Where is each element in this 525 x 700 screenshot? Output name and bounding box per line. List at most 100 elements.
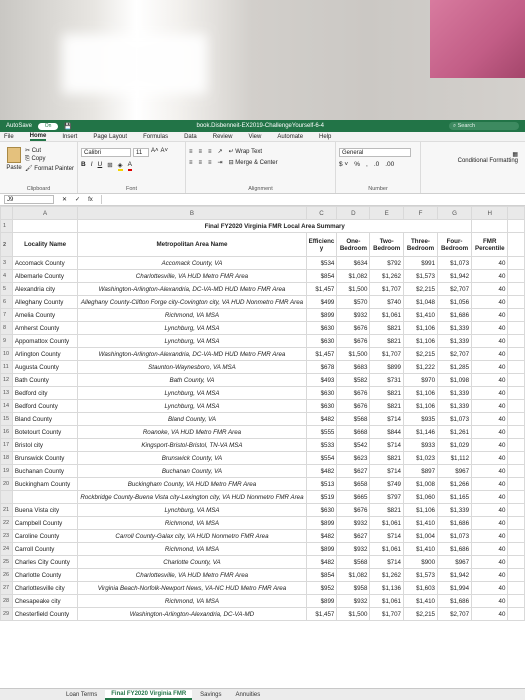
align-top-icon[interactable]: ≡ (189, 149, 193, 155)
cell-o[interactable]: $542 (336, 438, 371, 452)
cell-o[interactable]: $568 (336, 412, 371, 426)
cell-p[interactable]: 40 (471, 464, 509, 478)
ribbon-tab-formulas[interactable]: Formulas (143, 134, 168, 140)
cell-loc[interactable]: Campbell County (11, 516, 79, 530)
cell-o[interactable]: $570 (336, 295, 371, 309)
cell-th[interactable]: $1,410 (402, 308, 439, 322)
cell-t[interactable]: $792 (369, 256, 404, 270)
cell-loc[interactable]: Accomack County (11, 256, 79, 270)
cell-e[interactable]: $482 (305, 529, 338, 543)
number-format-select[interactable]: General (339, 148, 411, 157)
cell-blank[interactable] (507, 412, 525, 426)
cell-p[interactable]: 40 (471, 399, 509, 413)
cell-f[interactable]: $1,994 (437, 581, 473, 595)
row-header[interactable]: 6 (0, 295, 13, 309)
cell-e[interactable]: $493 (305, 373, 338, 387)
row-header[interactable]: 3 (0, 256, 13, 270)
cell-loc[interactable]: Buena Vista city (11, 503, 79, 517)
cell-t[interactable]: $1,707 (369, 282, 404, 296)
cell-loc[interactable]: Botetourt County (11, 425, 79, 439)
cell-o[interactable]: $627 (336, 529, 371, 543)
cell-th[interactable]: $1,004 (402, 529, 439, 543)
cell-o[interactable]: $676 (336, 321, 371, 335)
cell-blank[interactable] (507, 386, 525, 400)
column-header-a[interactable]: A (11, 206, 79, 220)
cell-blank[interactable] (507, 516, 525, 530)
cell-loc[interactable]: Alexandria city (11, 282, 79, 296)
cell-metro[interactable]: Lynchburg, VA MSA (77, 321, 307, 335)
cell-th[interactable]: $1,106 (402, 503, 439, 517)
cell-e[interactable]: $899 (305, 516, 338, 530)
row-header[interactable]: 26 (0, 568, 13, 582)
cell-p[interactable]: 40 (471, 438, 509, 452)
cell-p[interactable]: 40 (471, 568, 509, 582)
cell-f[interactable]: $1,686 (437, 542, 473, 556)
bold-button[interactable]: B (81, 161, 86, 171)
cell-metro[interactable]: Staunton-Waynesboro, VA MSA (77, 360, 307, 374)
cell-blank[interactable] (507, 256, 525, 270)
cell-e[interactable]: $534 (305, 256, 338, 270)
row-header[interactable]: 10 (0, 347, 13, 361)
column-header-e[interactable]: E (369, 206, 404, 220)
cell-e[interactable]: $1,457 (305, 347, 338, 361)
cell-t[interactable]: $1,061 (369, 594, 404, 608)
copy-button[interactable]: ⎘ Copy (25, 156, 74, 163)
cell-t[interactable]: $821 (369, 334, 404, 348)
cell-blank[interactable] (507, 503, 525, 517)
column-header-f[interactable]: F (402, 206, 439, 220)
cell-e[interactable]: $899 (305, 542, 338, 556)
cell-t[interactable]: $714 (369, 529, 404, 543)
cell-blank[interactable] (507, 607, 525, 621)
cell-e[interactable]: $899 (305, 594, 338, 608)
insert-function-icon[interactable]: fx (88, 197, 93, 203)
font-name-select[interactable]: Calibri (81, 148, 131, 157)
cell-metro[interactable]: Lynchburg, VA MSA (77, 386, 307, 400)
select-all-corner[interactable] (0, 206, 13, 220)
cell-p[interactable]: 40 (471, 490, 509, 504)
cell-blank[interactable] (507, 399, 525, 413)
row-header[interactable]: 18 (0, 451, 13, 465)
column-header-g[interactable]: G (437, 206, 473, 220)
format-painter-button[interactable]: 🖌 Format Painter (25, 165, 74, 172)
sheet-tab[interactable]: Loan Terms (60, 691, 103, 699)
cell-metro[interactable]: Kingsport-Bristol-Bristol, TN-VA MSA (77, 438, 307, 452)
increase-decimal-icon[interactable]: .0 (374, 161, 379, 168)
align-middle-icon[interactable]: ≡ (199, 149, 203, 155)
cell-t[interactable]: $1,061 (369, 542, 404, 556)
cell-e[interactable]: $630 (305, 321, 338, 335)
italic-button[interactable]: I (91, 161, 93, 171)
cell-t[interactable]: $731 (369, 373, 404, 387)
header-two-bedroom[interactable]: Two-Bedroom (369, 232, 404, 257)
cell-metro[interactable]: Washington-Arlington-Alexandria, DC-VA-M… (77, 607, 307, 621)
cell-blank[interactable] (507, 425, 525, 439)
shrink-font-icon[interactable]: A˅ (161, 148, 169, 157)
cell-th[interactable]: $2,215 (402, 347, 439, 361)
cell-f[interactable]: $1,339 (437, 321, 473, 335)
cell-t[interactable]: $740 (369, 295, 404, 309)
cell-th[interactable]: $1,410 (402, 542, 439, 556)
row-header[interactable]: 28 (0, 594, 13, 608)
cell-p[interactable]: 40 (471, 477, 509, 491)
cell-p[interactable]: 40 (471, 529, 509, 543)
cell-e[interactable]: $555 (305, 425, 338, 439)
search-input[interactable]: ⌕ Search (449, 122, 519, 130)
align-bottom-icon[interactable]: ≡ (208, 149, 212, 155)
cell-o[interactable]: $582 (336, 373, 371, 387)
conditional-formatting-button[interactable]: ▦ Conditional Formatting (424, 151, 522, 164)
cell-th[interactable]: $1,410 (402, 516, 439, 530)
row-header[interactable]: 23 (0, 529, 13, 543)
cell-metro[interactable]: Virginia Beach-Norfolk-Newport News, VA-… (77, 581, 307, 595)
cell-loc[interactable]: Carroll County (11, 542, 79, 556)
borders-icon[interactable]: ⊞ (107, 161, 112, 171)
cell-metro[interactable]: Buckingham County, VA HUD Metro FMR Area (77, 477, 307, 491)
cell-o[interactable]: $676 (336, 334, 371, 348)
cell-f[interactable]: $1,686 (437, 308, 473, 322)
cell-loc[interactable]: Chesterfield County (11, 607, 79, 621)
cell-p[interactable]: 40 (471, 321, 509, 335)
name-box[interactable]: J9 (4, 195, 54, 204)
cell-th[interactable]: $1,106 (402, 321, 439, 335)
cell-p[interactable]: 40 (471, 412, 509, 426)
cell-f[interactable]: $1,686 (437, 516, 473, 530)
cell-th[interactable]: $970 (402, 373, 439, 387)
column-header-d[interactable]: D (336, 206, 371, 220)
